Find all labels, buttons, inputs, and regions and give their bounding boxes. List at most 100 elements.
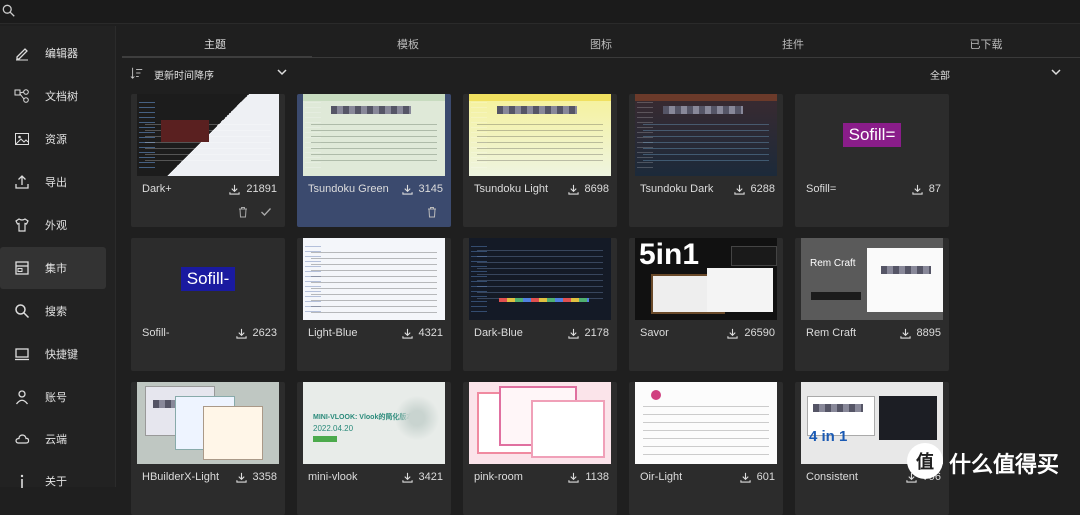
download-icon[interactable] [401,328,413,339]
theme-thumbnail [469,94,611,176]
sidebar-item-search[interactable]: 搜索 [0,290,106,332]
theme-card[interactable]: Dark+ 21891 [131,94,285,227]
filter-select[interactable]: 全部 [930,67,950,82]
theme-name: Savor [640,327,669,339]
sort-icon[interactable] [130,66,144,80]
download-icon[interactable] [567,328,579,339]
thumbnail-caption: 4 in 1 [809,428,848,445]
sidebar: 编辑器 文档树 资源 导出 外观 集市 搜索 快捷键 账号 云端 关于 [0,26,116,488]
tab-downloaded[interactable]: 已下载 [956,36,1016,52]
thumbnail-caption: 5in1 [639,238,700,271]
theme-name: Sofill- [142,327,170,339]
download-count: 1138 [568,471,609,483]
download-count: 3145 [401,183,443,195]
sidebar-item-label: 搜索 [45,305,67,318]
download-count: 8698 [567,183,609,195]
trash-icon[interactable] [426,206,438,218]
sidebar-item-account[interactable]: 账号 [0,376,106,418]
theme-thumbnail: Sofill= [801,94,943,176]
download-count: 3358 [235,471,277,483]
user-icon [15,390,29,405]
theme-card[interactable]: Rem Craft Rem Craft 8895 [795,238,949,371]
theme-card[interactable]: Light-Blue 4321 [297,238,451,371]
theme-badge: Sofill= [842,123,902,147]
theme-card[interactable]: pink-room 1138 [463,382,617,515]
search-icon[interactable] [2,4,16,18]
theme-card[interactable]: Tsundoku Green 3145 [297,94,451,227]
chevron-down-icon[interactable] [276,66,288,78]
download-icon[interactable] [740,472,751,483]
sidebar-item-cloud[interactable]: 云端 [0,418,106,460]
download-icon[interactable] [235,472,247,483]
sidebar-item-assets[interactable]: 资源 [0,118,106,160]
download-count: 4321 [401,327,443,339]
cloud-icon [15,434,30,444]
sort-select[interactable]: 更新时间降序 [154,67,214,82]
theme-card[interactable]: MINI-VLOOK: Vlook的简化版本 2022.04.20 mini-v… [297,382,451,515]
edit-icon [16,48,28,61]
sidebar-item-export[interactable]: 导出 [0,161,106,203]
chevron-down-icon[interactable] [1050,66,1062,78]
sidebar-item-label: 资源 [45,133,67,146]
download-count: 87 [912,183,941,195]
download-count: 26590 [727,327,775,339]
theme-thumbnail [303,94,445,176]
tab-widgets[interactable]: 挂件 [763,36,823,52]
theme-card[interactable]: Tsundoku Dark 6288 [629,94,783,227]
theme-thumbnail [635,382,777,464]
download-icon[interactable] [401,184,413,195]
search-icon [15,304,30,319]
sidebar-item-doctree[interactable]: 文档树 [0,75,106,117]
theme-name: Rem Craft [806,327,857,339]
theme-name: Dark-Blue [474,327,523,339]
sidebar-item-label: 集市 [45,262,67,275]
download-icon[interactable] [401,472,413,483]
download-icon[interactable] [727,328,739,339]
theme-card[interactable]: Oir-Light 601 [629,382,783,515]
download-icon[interactable] [733,184,745,195]
tab-templates[interactable]: 模板 [378,36,438,52]
download-icon[interactable] [567,184,579,195]
download-count: 601 [740,471,775,483]
active-tab-indicator [122,56,312,58]
download-icon[interactable] [568,472,579,483]
theme-name: pink-room [474,471,523,483]
download-icon[interactable] [229,184,241,195]
theme-card[interactable]: Sofill- Sofill- 2623 [131,238,285,371]
download-count: 6288 [733,183,775,195]
theme-thumbnail: 5in1 [635,238,777,320]
theme-card[interactable]: Tsundoku Light 8698 [463,94,617,227]
theme-thumbnail [469,382,611,464]
sidebar-item-keymap[interactable]: 快捷键 [0,333,106,375]
theme-name: Dark+ [142,183,172,195]
theme-card[interactable]: HBuilderX-Light 3358 [131,382,285,515]
appearance-icon [15,218,29,232]
check-icon[interactable] [260,206,272,218]
sidebar-item-market[interactable]: 集市 [0,247,106,289]
theme-name: HBuilderX-Light [142,471,220,483]
theme-thumbnail [137,382,279,464]
theme-card[interactable]: Dark-Blue 2178 [463,238,617,371]
sidebar-item-editor[interactable]: 编辑器 [0,32,106,74]
download-icon[interactable] [912,184,923,195]
theme-card[interactable]: Sofill= Sofill= 87 [795,94,949,227]
sidebar-item-label: 编辑器 [45,47,78,60]
sidebar-item-appearance[interactable]: 外观 [0,204,106,246]
tab-icons[interactable]: 图标 [571,36,631,52]
theme-badge: Sofill- [180,267,236,291]
watermark: 值 什么值得买 [907,443,1077,479]
theme-name: Tsundoku Green [308,183,389,195]
download-icon[interactable] [235,328,247,339]
market-icon [15,261,29,275]
sidebar-item-about[interactable]: 关于 [0,460,106,502]
theme-card[interactable]: 5in1 Savor 26590 [629,238,783,371]
trash-icon[interactable] [237,206,249,218]
download-icon[interactable] [899,328,911,339]
sidebar-item-label: 外观 [45,219,67,232]
top-bar [0,0,1080,24]
download-count: 21891 [229,183,277,195]
tab-bar: 主题 模板 图标 挂件 已下载 [122,30,1080,58]
tab-themes[interactable]: 主题 [185,36,245,52]
theme-name: mini-vlook [308,471,358,483]
sidebar-item-label: 账号 [45,391,67,404]
